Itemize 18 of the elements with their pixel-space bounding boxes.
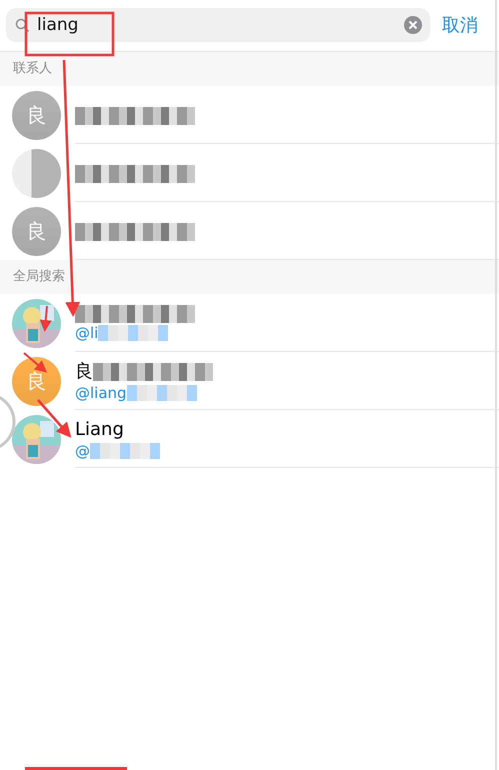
section-header: 联系人 [13, 60, 52, 78]
contact-name: Liang [75, 418, 124, 440]
username: @li [75, 322, 98, 342]
username: @liang [75, 382, 127, 402]
clear-icon[interactable] [404, 16, 422, 34]
avatar[interactable] [12, 148, 61, 198]
cancel-button[interactable]: 取消 [430, 12, 478, 39]
search-field[interactable]: liang [6, 8, 430, 42]
annotation-arrow [37, 399, 72, 438]
search-icon [15, 18, 30, 33]
contact-name: 良 [75, 360, 93, 382]
avatar[interactable]: 良 [12, 356, 61, 406]
section-header: 全局搜索 [13, 268, 65, 286]
avatar[interactable]: 良 [12, 90, 61, 140]
username: @ [75, 440, 90, 460]
avatar[interactable]: 良 [12, 206, 61, 256]
annotation-arrow [23, 352, 48, 373]
annotation-arrow [40, 306, 52, 332]
